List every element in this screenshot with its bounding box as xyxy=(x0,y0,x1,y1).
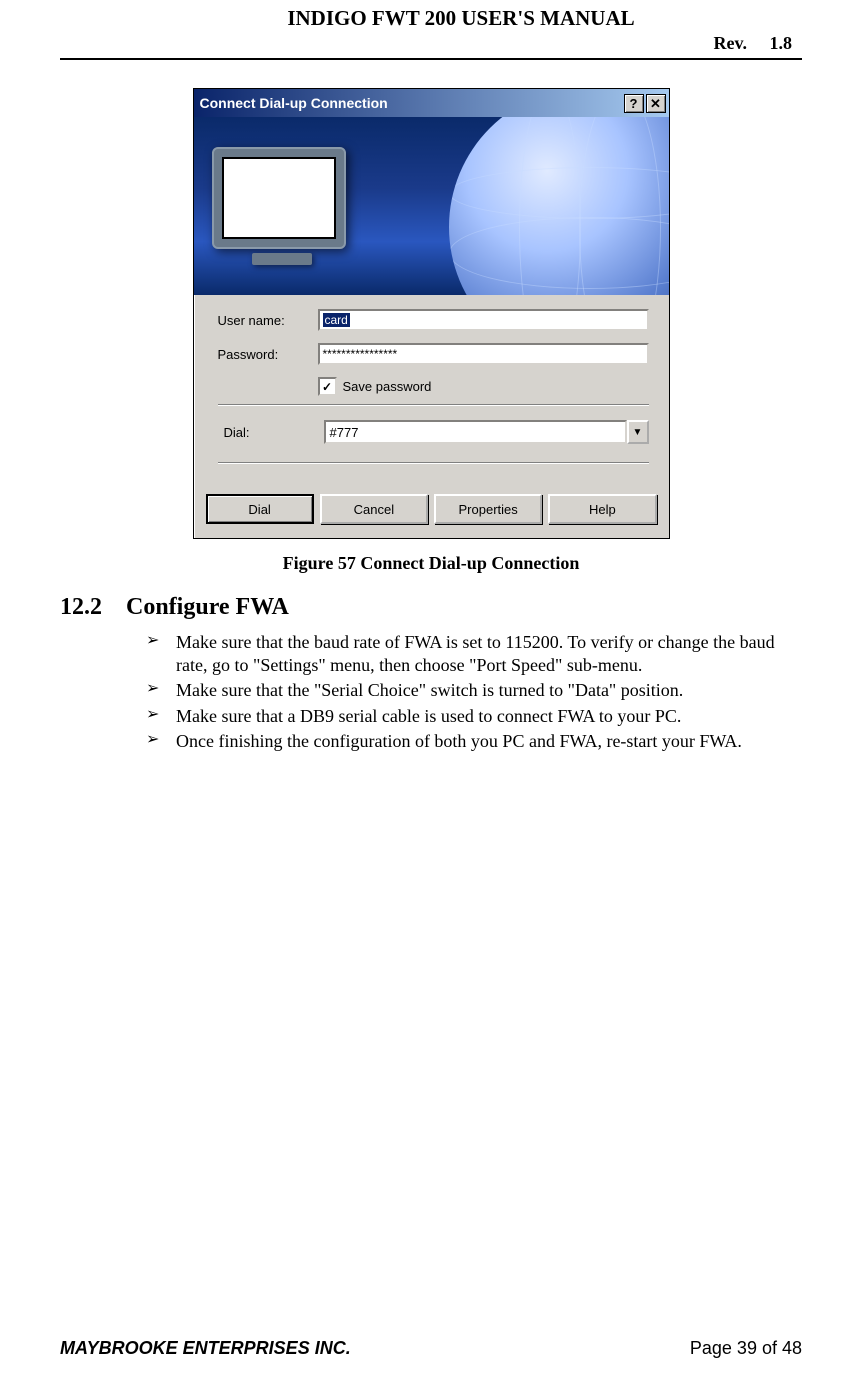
cancel-button[interactable]: Cancel xyxy=(320,494,428,524)
list-item: Make sure that the "Serial Choice" switc… xyxy=(146,679,802,702)
revision-line: Rev. 1.8 xyxy=(60,33,802,54)
password-value: **************** xyxy=(323,347,398,361)
combo-dropdown-button[interactable]: ▼ xyxy=(627,420,649,444)
close-titlebar-button[interactable]: ✕ xyxy=(646,94,666,113)
help-titlebar-button[interactable]: ? xyxy=(624,94,644,113)
username-label: User name: xyxy=(218,313,318,328)
dial-label: Dial: xyxy=(218,425,324,440)
help-button[interactable]: Help xyxy=(548,494,656,524)
password-label: Password: xyxy=(218,347,318,362)
dial-combo[interactable]: #777 ▼ xyxy=(324,420,649,444)
username-input[interactable]: card xyxy=(318,309,649,331)
save-password-checkbox[interactable]: ✓ xyxy=(318,377,337,396)
monitor-icon xyxy=(212,147,352,267)
form-separator-2 xyxy=(218,462,649,464)
dialog-form: User name: card Password: **************… xyxy=(194,295,669,488)
dialog-banner xyxy=(194,117,669,295)
section-title: Configure FWA xyxy=(126,594,289,620)
dialog-button-row: Dial Cancel Properties Help xyxy=(194,488,669,538)
page-footer: MAYBROOKE ENTERPRISES INC. Page 39 of 48 xyxy=(60,1338,802,1359)
form-separator xyxy=(218,404,649,406)
dialog-titlebar: Connect Dial-up Connection ? ✕ xyxy=(194,89,669,117)
section-number: 12.2 xyxy=(60,594,102,620)
footer-company: MAYBROOKE ENTERPRISES INC. xyxy=(60,1338,351,1359)
rev-label: Rev. xyxy=(714,33,748,53)
footer-page-number: Page 39 of 48 xyxy=(690,1338,802,1359)
properties-button[interactable]: Properties xyxy=(434,494,542,524)
password-input[interactable]: **************** xyxy=(318,343,649,365)
document-title: INDIGO FWT 200 USER'S MANUAL xyxy=(60,6,802,31)
rev-value: 1.8 xyxy=(770,33,793,53)
list-item: Make sure that a DB9 serial cable is use… xyxy=(146,705,802,728)
bullet-list: Make sure that the baud rate of FWA is s… xyxy=(146,631,802,753)
list-item: Make sure that the baud rate of FWA is s… xyxy=(146,631,802,676)
header-rule xyxy=(60,58,802,60)
chevron-down-icon: ▼ xyxy=(633,427,643,438)
dial-value[interactable]: #777 xyxy=(324,420,627,444)
save-password-label: Save password xyxy=(343,379,432,394)
dialup-dialog: Connect Dial-up Connection ? ✕ U xyxy=(193,88,670,539)
section-heading: 12.2 Configure FWA xyxy=(60,594,802,621)
dial-button[interactable]: Dial xyxy=(206,494,314,524)
globe-icon xyxy=(449,117,669,295)
username-value: card xyxy=(323,313,350,327)
list-item: Once finishing the configuration of both… xyxy=(146,730,802,753)
figure-caption: Figure 57 Connect Dial-up Connection xyxy=(60,553,802,574)
dialog-title: Connect Dial-up Connection xyxy=(200,95,622,111)
page-header: INDIGO FWT 200 USER'S MANUAL Rev. 1.8 xyxy=(60,0,802,60)
